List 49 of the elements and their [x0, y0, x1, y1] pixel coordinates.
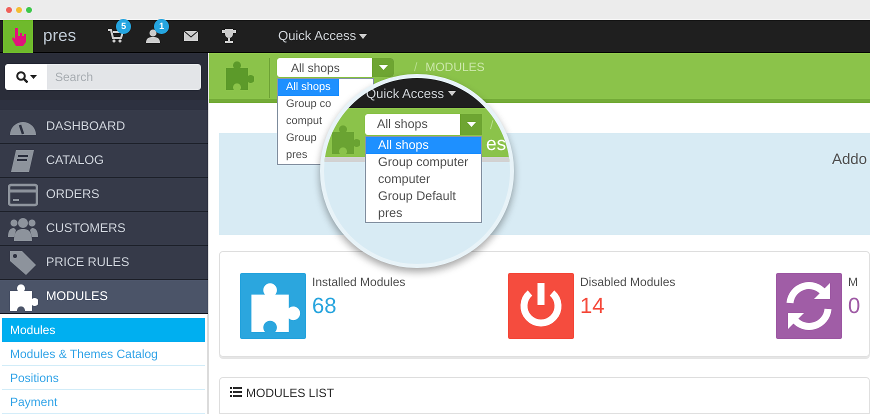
sidebar-item[interactable]: MODULES: [0, 280, 208, 314]
envelope-icon: [183, 28, 200, 44]
caret-icon: [30, 74, 36, 78]
search-icon: [16, 70, 28, 82]
dropdown-option[interactable]: Group Default: [366, 188, 481, 205]
stat-value: 0: [848, 292, 860, 320]
breadcrumb-separator: /: [490, 117, 494, 134]
sidebar-item[interactable]: PRICE RULES: [0, 246, 208, 280]
trophy-icon: [221, 28, 238, 44]
list-icon: [230, 387, 242, 397]
quick-access-menu[interactable]: Quick Access: [278, 26, 368, 46]
shop-name[interactable]: pres: [43, 23, 76, 49]
dropdown-option[interactable]: pres: [366, 205, 481, 222]
dropdown-option[interactable]: computer: [366, 171, 481, 188]
stat-value: 14: [580, 292, 606, 320]
sidebar-item[interactable]: CATALOG: [0, 144, 208, 178]
sidebar-item[interactable]: DASHBOARD: [0, 110, 208, 144]
dropdown-option[interactable]: Group: [278, 130, 325, 147]
banner-text: Addo: [832, 150, 867, 170]
power-tile-icon: [508, 273, 574, 339]
sidebar-item[interactable]: ORDERS: [0, 178, 208, 212]
shop-select[interactable]: All shops: [365, 114, 482, 135]
panel-title: MODULES LIST: [246, 385, 334, 402]
cart-icon: [107, 28, 124, 44]
page-title: es: [486, 134, 506, 156]
stat-label: Installed Modules: [312, 274, 406, 291]
hand-pointer-icon: [10, 26, 26, 46]
dropdown-option[interactable]: pres: [278, 147, 316, 164]
puzzle-piece-icon: [330, 124, 360, 154]
notification-badge: 5: [116, 19, 132, 34]
dropdown-option[interactable]: Group computer: [366, 154, 481, 171]
tag-icon: [8, 248, 38, 276]
caret-icon: [359, 34, 368, 38]
user-icon: [145, 28, 162, 44]
sidebar-item[interactable]: CUSTOMERS: [0, 212, 208, 246]
puzzle-piece-icon: [224, 60, 254, 90]
shop-select[interactable]: All shops: [277, 58, 394, 77]
stat-label: Disabled Modules: [580, 274, 676, 291]
puzzle-piece-icon: [8, 282, 38, 310]
stat-value: 68: [312, 292, 338, 320]
puzzle-tile-icon: [240, 273, 306, 339]
refresh-tile-icon: [776, 273, 842, 339]
breadcrumb-separator: /: [414, 59, 418, 76]
stat-label: M: [848, 274, 859, 291]
notification-badge: 1: [154, 19, 170, 34]
logo-tile[interactable]: [3, 20, 33, 52]
caret-icon: [448, 91, 456, 96]
caret-icon: [466, 122, 476, 127]
caret-icon: [378, 65, 388, 70]
